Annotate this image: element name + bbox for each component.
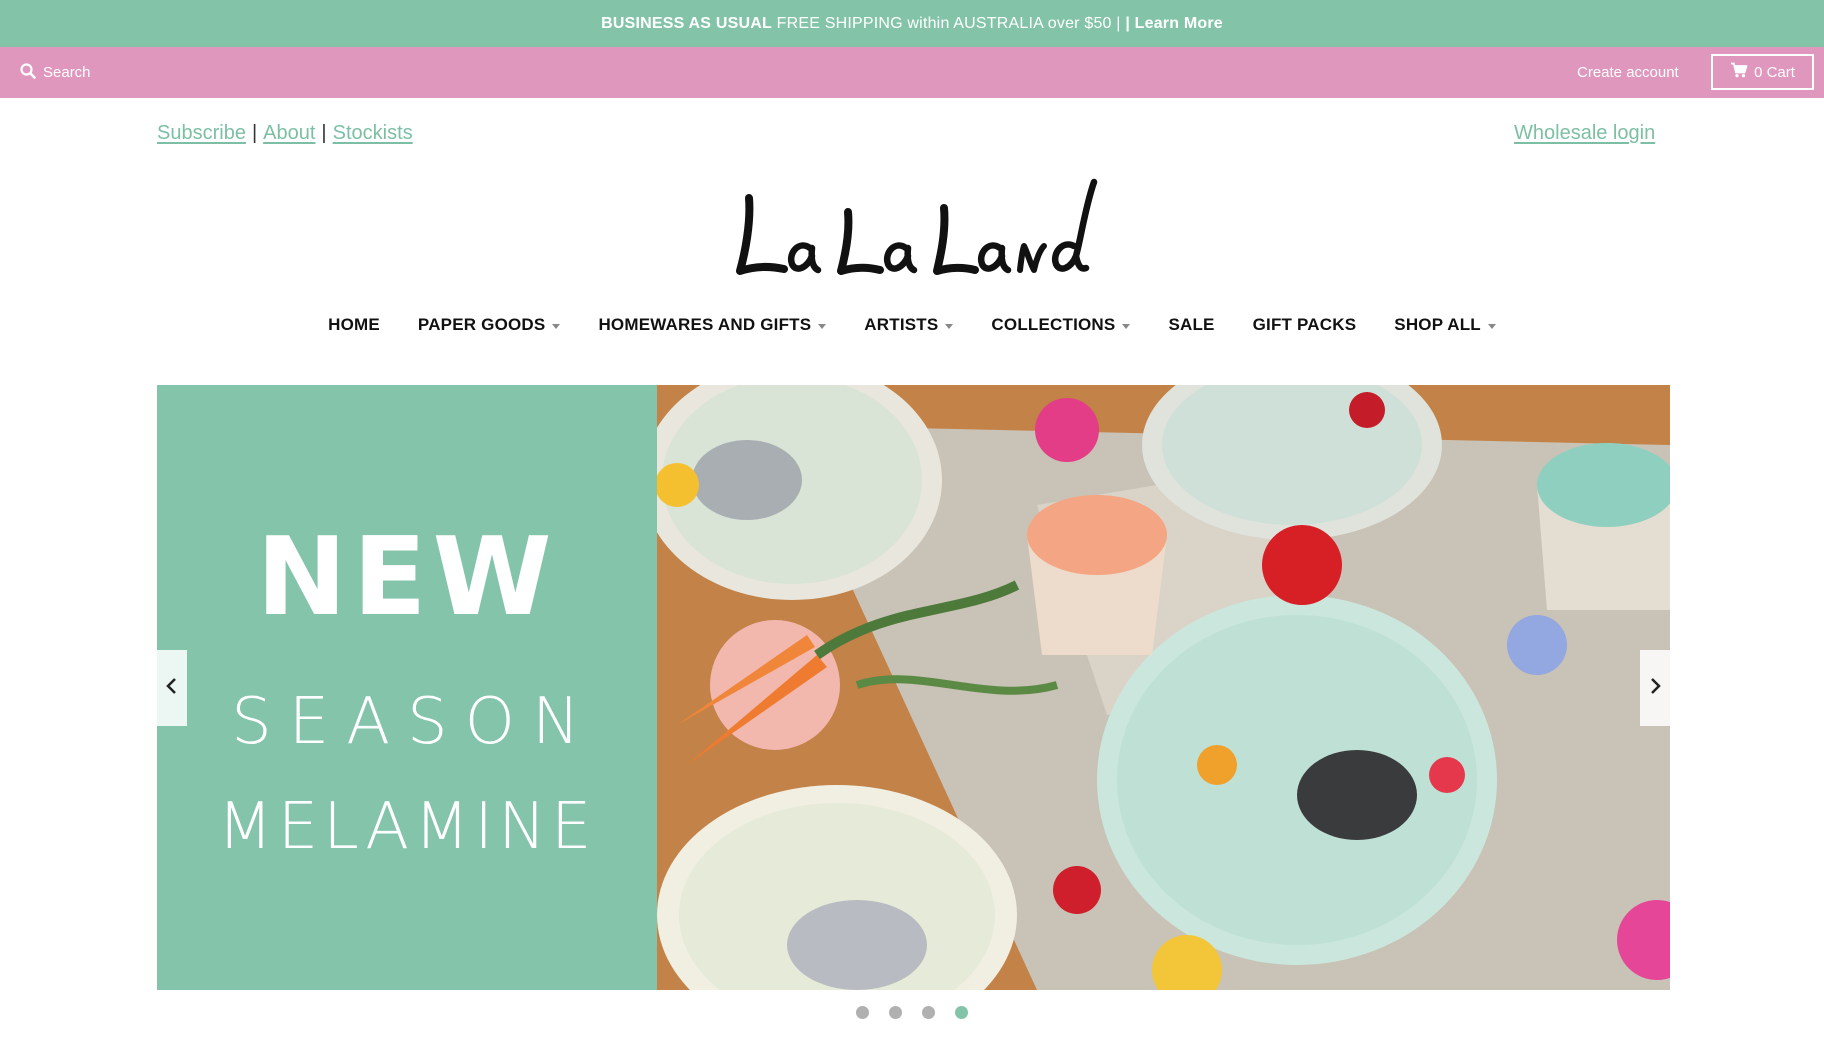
nav-label: PAPER GOODS: [417, 315, 546, 334]
slide-dot-4[interactable]: [955, 1006, 968, 1019]
hero-headline: NEW: [256, 515, 558, 640]
top-bar: Search Create account 0 Cart: [0, 47, 1824, 98]
nav-label: SALE: [1168, 315, 1215, 334]
learn-more-link[interactable]: | Learn More: [1125, 15, 1223, 33]
nav-artists[interactable]: ARTISTS: [864, 310, 954, 340]
chevron-right-icon: [1648, 676, 1662, 701]
nav-label: GIFT PACKS: [1252, 315, 1357, 334]
site-logo[interactable]: [722, 178, 1102, 286]
slide-dot-1[interactable]: [856, 1006, 869, 1019]
main-nav: HOME PAPER GOODS HOMEWARES AND GIFTS ART…: [0, 310, 1824, 340]
slide-indicators: [0, 1006, 1824, 1020]
nav-homewares-and-gifts[interactable]: HOMEWARES AND GIFTS: [598, 310, 827, 340]
separator: |: [321, 122, 327, 144]
slideshow-prev-button[interactable]: [157, 650, 187, 726]
separator: |: [251, 122, 258, 144]
stockists-link[interactable]: Stockists: [333, 122, 413, 145]
slide-dot-3[interactable]: [922, 1006, 935, 1019]
about-link[interactable]: About: [263, 122, 315, 145]
nav-sale[interactable]: SALE: [1168, 310, 1214, 340]
search-link[interactable]: Search: [20, 47, 91, 98]
announcement-bar: BUSINESS AS USUAL FREE SHIPPING within A…: [0, 0, 1824, 47]
hero-subheadline-2: MELAMINE: [217, 790, 597, 864]
slideshow-next-button[interactable]: [1640, 650, 1670, 726]
utility-links: Subscribe | About | Stockists: [157, 122, 413, 145]
subscribe-link[interactable]: Subscribe: [157, 122, 246, 145]
nav-collections[interactable]: COLLECTIONS: [991, 310, 1131, 340]
cart-icon: [1730, 62, 1748, 82]
nav-label: HOMEWARES AND GIFTS: [598, 315, 812, 334]
nav-label: SHOP ALL: [1394, 315, 1481, 334]
search-icon: [20, 62, 36, 83]
caret-down-icon: [1487, 323, 1496, 329]
announcement-text: FREE SHIPPING within AUSTRALIA over $50 …: [776, 14, 1121, 32]
nav-home[interactable]: HOME: [328, 310, 380, 340]
cart-button[interactable]: 0 Cart: [1711, 54, 1814, 90]
hero-text-panel: NEW SEASON MELAMINE: [157, 385, 657, 990]
search-label: Search: [43, 64, 91, 81]
nav-label: COLLECTIONS: [991, 315, 1116, 334]
nav-gift-packs[interactable]: GIFT PACKS: [1253, 310, 1357, 340]
announcement-bold: BUSINESS AS USUAL: [601, 14, 772, 32]
caret-down-icon: [552, 323, 561, 329]
hero-subheadline: SEASON: [231, 685, 597, 759]
wholesale-login-link[interactable]: Wholesale login: [1514, 122, 1655, 145]
hero-slideshow[interactable]: NEW SEASON MELAMINE: [157, 385, 1670, 990]
nav-shop-all[interactable]: SHOP ALL: [1394, 310, 1496, 340]
nav-label: HOME: [328, 315, 380, 334]
chevron-left-icon: [165, 676, 179, 701]
nav-label: ARTISTS: [864, 315, 939, 334]
hero-image: [657, 385, 1670, 990]
create-account-link[interactable]: Create account: [1577, 47, 1679, 98]
caret-down-icon: [818, 323, 827, 329]
cart-label: 0 Cart: [1754, 63, 1795, 81]
slide-dot-2[interactable]: [889, 1006, 902, 1019]
nav-paper-goods[interactable]: PAPER GOODS: [418, 310, 561, 340]
caret-down-icon: [1122, 323, 1131, 329]
caret-down-icon: [945, 323, 954, 329]
